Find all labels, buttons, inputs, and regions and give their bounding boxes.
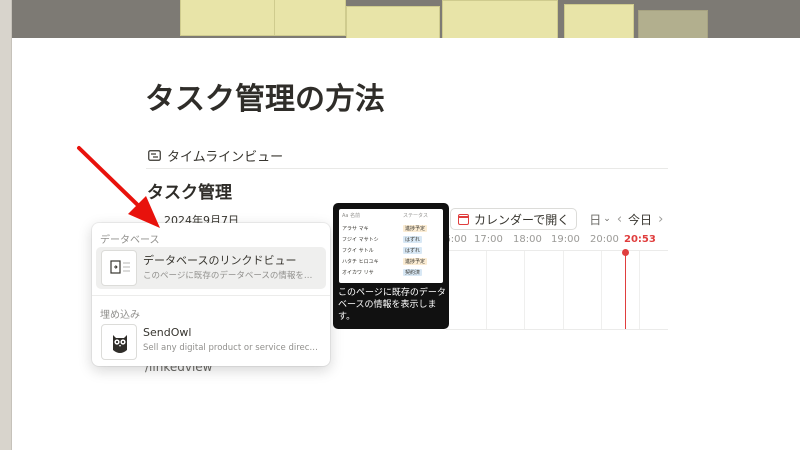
annotation-arrow — [77, 146, 160, 228]
